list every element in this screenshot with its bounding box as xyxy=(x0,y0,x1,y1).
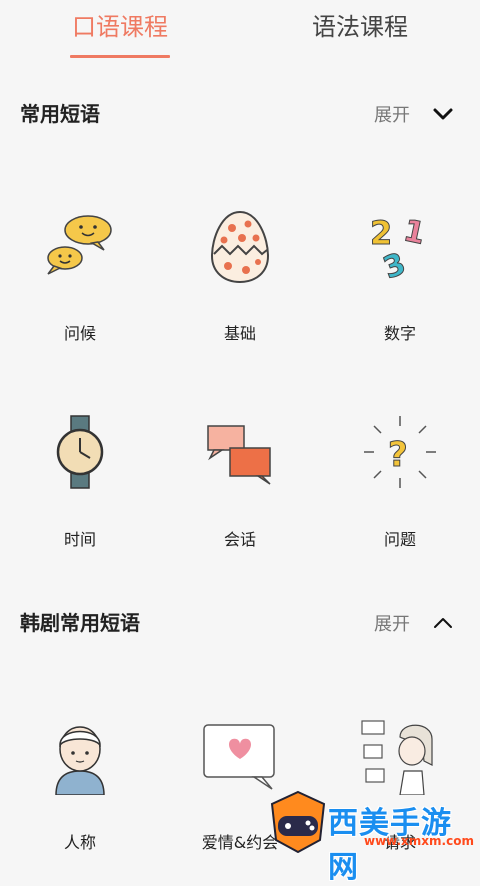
heart-bubble-icon xyxy=(203,724,275,790)
item-label: 基础 xyxy=(223,324,256,343)
item-label: 问候 xyxy=(63,324,96,343)
grid-item-person[interactable]: 人称 xyxy=(20,715,140,853)
active-tab-indicator xyxy=(70,55,170,58)
numbers-icon: 2 1 3 xyxy=(370,213,429,286)
item-label: 数字 xyxy=(383,324,416,343)
chat-bubbles-icon xyxy=(47,215,112,275)
item-label: 问题 xyxy=(383,530,416,549)
grid-item-questions[interactable]: ? 问题 xyxy=(340,412,460,550)
expand-label: 展开 xyxy=(374,105,410,126)
egg-icon xyxy=(210,210,270,284)
gamepad-logo-icon xyxy=(270,790,326,853)
expand-label: 展开 xyxy=(374,614,410,635)
section-header-kdrama-phrases: 韩剧常用短语 展开 xyxy=(0,603,480,643)
expand-button[interactable]: 展开 xyxy=(374,94,454,134)
grid-item-conversation[interactable]: 会话 xyxy=(180,412,300,550)
watermark-url: www.xmxm.com xyxy=(364,834,474,848)
tab-grammar-course[interactable]: 语法课程 xyxy=(280,10,440,50)
section-title: 韩剧常用短语 xyxy=(20,611,140,635)
svg-text:1: 1 xyxy=(400,213,428,252)
expand-button[interactable]: 展开 xyxy=(374,603,454,643)
course-tabs: 口语课程 语法课程 xyxy=(0,0,480,60)
section-title: 常用短语 xyxy=(20,102,100,126)
item-label: 会话 xyxy=(223,530,256,549)
tab-spoken-course[interactable]: 口语课程 xyxy=(40,10,200,50)
person-icon xyxy=(55,726,105,795)
conversation-icon xyxy=(207,425,271,485)
grid-item-greeting[interactable]: 问候 xyxy=(20,206,140,344)
girl-chat-icon xyxy=(361,720,433,795)
svg-text:2: 2 xyxy=(370,214,392,252)
section-header-common-phrases: 常用短语 展开 xyxy=(0,94,480,134)
grid-item-basics[interactable]: 基础 xyxy=(180,206,300,344)
question-mark-icon: ? xyxy=(364,416,436,488)
item-label: 人称 xyxy=(63,833,96,852)
svg-text:?: ? xyxy=(388,435,408,475)
watch-icon xyxy=(56,415,104,489)
grid-item-time[interactable]: 时间 xyxy=(20,412,140,550)
item-label: 时间 xyxy=(63,530,96,549)
watermark-logo: 西美手游网 www.xmxm.com xyxy=(268,790,480,885)
svg-text:3: 3 xyxy=(379,246,411,286)
chevron-down-icon xyxy=(433,108,453,120)
chevron-up-icon xyxy=(434,618,452,628)
grid-item-numbers[interactable]: 2 1 3 数字 xyxy=(340,206,460,344)
